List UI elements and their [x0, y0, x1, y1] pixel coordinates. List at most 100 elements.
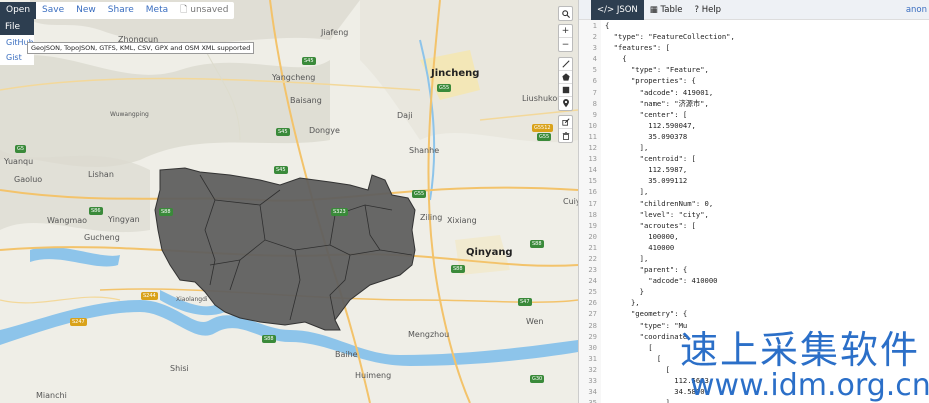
zoom-out-button[interactable]: − — [559, 38, 572, 51]
line-number: 4 — [579, 53, 601, 65]
help-icon: ? — [694, 4, 702, 15]
line-number: 35 — [579, 397, 601, 403]
code-text: 34.5800 — [605, 387, 705, 397]
code-line: 31 [ — [579, 352, 929, 364]
road-shield: G5512 — [532, 124, 553, 132]
code-line: 20 100000, — [579, 230, 929, 242]
place-baisang: Baisang — [290, 96, 322, 105]
code-text: ], — [605, 187, 649, 197]
code-text: } — [605, 287, 644, 297]
tab-table[interactable]: ▦ Table — [644, 0, 689, 20]
line-number: 1 — [579, 20, 601, 32]
code-line: 21 410000 — [579, 241, 929, 253]
search-control[interactable] — [558, 6, 573, 21]
save-button[interactable]: Save — [36, 2, 70, 19]
code-text: "name": "济源市", — [605, 98, 709, 108]
code-text: 410000 — [605, 242, 675, 252]
map-canvas[interactable]: Jincheng Qinyang Mengzhou Zhongcun Jiafe… — [0, 0, 578, 403]
code-line: 9 "center": [ — [579, 108, 929, 120]
code-line: 2 "type": "FeatureCollection", — [579, 31, 929, 43]
code-text: "type": "Mu — [605, 320, 688, 330]
line-number: 20 — [579, 230, 601, 242]
road-shield: S88 — [262, 335, 276, 343]
draw-marker-icon[interactable] — [559, 97, 572, 110]
trash-icon[interactable] — [559, 129, 572, 142]
place-wuwangping: Wuwangping — [110, 111, 149, 118]
tab-help[interactable]: ? Help — [688, 0, 727, 20]
unsaved-label: unsaved — [190, 5, 229, 15]
json-editor[interactable]: 1 {2 "type": "FeatureCollection", 3 "featu… — [579, 20, 929, 403]
code-text: [ — [605, 342, 653, 352]
code-text: 112.5987, — [605, 165, 688, 175]
open-menu-button[interactable]: Open — [0, 2, 37, 19]
place-xiaolangdi: Xiaolangdi — [176, 296, 208, 303]
line-number: 26 — [579, 297, 601, 309]
line-number: 24 — [579, 275, 601, 287]
tab-json-label: JSON — [616, 4, 638, 15]
place-shanhe: Shanhe — [409, 146, 440, 155]
place-cuiy: Cuiy — [563, 197, 578, 206]
code-text: 112.5683 — [605, 376, 709, 385]
place-yingyan: Yingyan — [108, 215, 140, 224]
road-shield: S45 — [302, 57, 316, 65]
line-number: 29 — [579, 330, 601, 342]
code-line: 12 ], — [579, 142, 929, 154]
place-lishan: Lishan — [88, 170, 114, 179]
line-number: 27 — [579, 308, 601, 320]
account-link[interactable]: anon — [906, 5, 927, 15]
code-text: { — [605, 21, 610, 30]
line-number: 11 — [579, 130, 601, 143]
code-text: "coordinate — [605, 331, 688, 341]
code-line: 24 "adcode": 410000 — [579, 275, 929, 287]
code-text: }, — [605, 298, 640, 308]
line-number: 14 — [579, 164, 601, 176]
edit-layers-icon[interactable] — [559, 116, 572, 129]
line-number: 8 — [579, 97, 601, 109]
code-line: 26 }, — [579, 297, 929, 309]
road-shield: S88 — [530, 240, 544, 248]
tab-json[interactable]: </> JSON — [591, 0, 644, 20]
table-icon: ▦ — [649, 4, 661, 15]
draw-line-icon[interactable] — [559, 58, 572, 71]
code-text: "properties": { — [605, 76, 696, 86]
code-text: "adcode": 410000 — [605, 276, 718, 286]
place-jincheng: Jincheng — [431, 68, 480, 79]
place-mengzhou: Mengzhou — [408, 330, 450, 339]
code-text: "center": [ — [605, 109, 688, 119]
code-text: ], — [605, 253, 649, 263]
road-shield: S244 — [141, 292, 158, 300]
code-line: 7 "adcode": 419001, — [579, 86, 929, 98]
line-number: 32 — [579, 363, 601, 375]
road-shield: S323 — [331, 208, 348, 216]
draw-polygon-icon[interactable] — [559, 71, 572, 84]
code-line: 3 "features": [ — [579, 42, 929, 54]
zoom-in-button[interactable]: + — [559, 25, 572, 38]
code-line: 4 { — [579, 53, 929, 65]
code-text: [ — [605, 364, 670, 374]
road-shield: S88 — [451, 265, 465, 273]
draw-rectangle-icon[interactable] — [559, 84, 572, 97]
zoom-control: + − — [558, 24, 573, 52]
file-menu-item[interactable]: File — [0, 19, 34, 35]
meta-button[interactable]: Meta — [140, 2, 174, 19]
code-text: "geometry": { — [605, 309, 688, 319]
edit-toolbar — [558, 115, 573, 143]
code-text: { — [605, 54, 627, 64]
code-text: "childrenNum": 0, — [605, 198, 714, 208]
line-number: 9 — [579, 108, 601, 120]
search-icon[interactable] — [559, 7, 572, 20]
code-text: ] — [605, 398, 670, 403]
code-line: 22 ], — [579, 252, 929, 265]
new-button[interactable]: New — [70, 2, 102, 19]
line-number: 33 — [579, 375, 601, 387]
code-icon: </> — [597, 4, 617, 15]
code-line: 15 35.099112 — [579, 175, 929, 187]
line-number: 25 — [579, 286, 601, 298]
code-text: "level": "city", — [605, 209, 709, 219]
line-number: 7 — [579, 86, 601, 98]
code-text: "parent": { — [605, 265, 688, 275]
line-number: 3 — [579, 42, 601, 54]
code-line: 23 "parent": { — [579, 264, 929, 276]
share-button[interactable]: Share — [102, 2, 140, 19]
code-text: "centroid": [ — [605, 154, 696, 164]
